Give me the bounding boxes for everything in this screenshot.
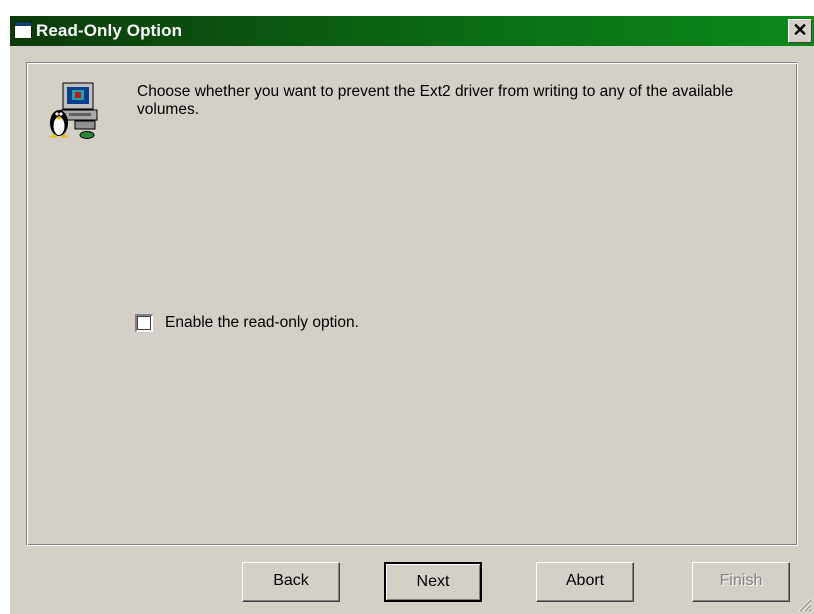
close-icon: ✕ [792,20,808,40]
read-only-checkbox-label[interactable]: Enable the read-only option. [165,314,359,332]
window-icon [14,21,32,39]
title-bar[interactable]: Read-Only Option ✕ [10,16,814,46]
next-button[interactable]: Next [384,562,482,602]
abort-button[interactable]: Abort [536,562,634,602]
description-text: Choose whether you want to prevent the E… [137,83,734,118]
close-button[interactable]: ✕ [788,19,812,43]
wizard-window: Read-Only Option ✕ Choose whether you wa… [10,16,814,614]
finish-button: Finish [692,562,790,602]
window-title: Read-Only Option [36,21,183,40]
back-button[interactable]: Back [242,562,340,602]
content-panel: Choose whether you want to prevent the E… [26,62,798,546]
linux-computer-icon [49,82,98,139]
resize-grip-icon[interactable] [796,596,812,612]
read-only-checkbox[interactable] [135,314,153,332]
